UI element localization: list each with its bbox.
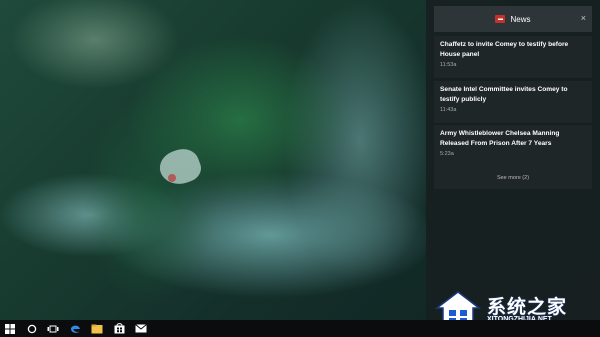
news-notification[interactable]: Senate Intel Committee invites Comey to … [434, 81, 592, 123]
news-headline: Army Whistleblower Chelsea Manning Relea… [440, 130, 560, 147]
edge-browser-icon[interactable] [67, 322, 83, 335]
mail-icon[interactable] [133, 322, 149, 335]
taskbar [0, 320, 600, 337]
cortana-search-icon[interactable] [24, 322, 40, 335]
news-time: 5:23a [440, 151, 454, 157]
leaf-dot [168, 174, 176, 182]
leaf-tip [155, 144, 205, 190]
action-center-panel: ▬ News × Chaffetz to invite Comey to tes… [426, 0, 600, 320]
task-view-icon[interactable] [45, 322, 61, 335]
news-group-header[interactable]: ▬ News × [434, 6, 592, 32]
news-headline: Chaffetz to invite Comey to testify befo… [440, 41, 569, 58]
watermark-text: 系统之家 [487, 297, 568, 318]
store-icon[interactable] [111, 322, 127, 335]
news-notification[interactable]: Army Whistleblower Chelsea Manning Relea… [434, 125, 592, 167]
file-explorer-icon[interactable] [89, 322, 105, 335]
news-time: 11:53a [440, 62, 457, 68]
news-group-title: News [510, 14, 531, 24]
news-notification[interactable]: Chaffetz to invite Comey to testify befo… [434, 36, 592, 78]
news-time: 11:43a [440, 107, 457, 113]
see-more-button[interactable]: See more (2) [434, 167, 592, 189]
close-icon[interactable]: × [581, 13, 586, 23]
windows-start-icon[interactable] [2, 322, 18, 335]
news-headline: Senate Intel Committee invites Comey to … [440, 86, 568, 103]
news-icon: ▬ [495, 15, 506, 23]
